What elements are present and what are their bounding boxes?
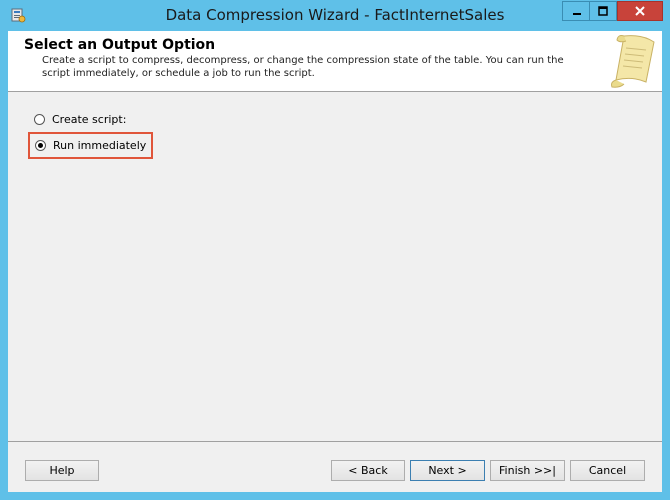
options-panel: Create script: Run immediately: [8, 92, 662, 441]
button-bar: Help < Back Next > Finish >>| Cancel: [8, 442, 662, 492]
close-button[interactable]: [617, 1, 663, 21]
run-immediately-label: Run immediately: [53, 139, 147, 152]
wizard-header: Select an Output Option Create a script …: [8, 31, 662, 91]
window-frame-bottom: [0, 492, 670, 500]
cancel-button[interactable]: Cancel: [570, 460, 645, 481]
title-bar[interactable]: Data Compression Wizard - FactInternetSa…: [0, 0, 670, 31]
option-run-immediately[interactable]: Run immediately: [28, 132, 154, 159]
maximize-button[interactable]: [589, 1, 617, 21]
back-button[interactable]: < Back: [331, 460, 405, 481]
create-script-radio[interactable]: [34, 114, 45, 125]
run-immediately-radio[interactable]: [35, 140, 46, 151]
page-description: Create a script to compress, decompress,…: [42, 55, 564, 79]
option-create-script[interactable]: Create script:: [34, 113, 126, 126]
create-script-label: Create script:: [52, 113, 127, 126]
minimize-button[interactable]: [562, 1, 590, 21]
finish-button[interactable]: Finish >>|: [490, 460, 565, 481]
page-title: Select an Output Option: [24, 37, 216, 53]
scroll-icon: [611, 35, 655, 88]
next-button[interactable]: Next >: [410, 460, 485, 481]
help-button[interactable]: Help: [25, 460, 99, 481]
minimize-icon: [572, 13, 581, 15]
close-icon: [635, 6, 645, 16]
wizard-window: Data Compression Wizard - FactInternetSa…: [0, 0, 670, 500]
maximize-icon: [598, 6, 608, 16]
